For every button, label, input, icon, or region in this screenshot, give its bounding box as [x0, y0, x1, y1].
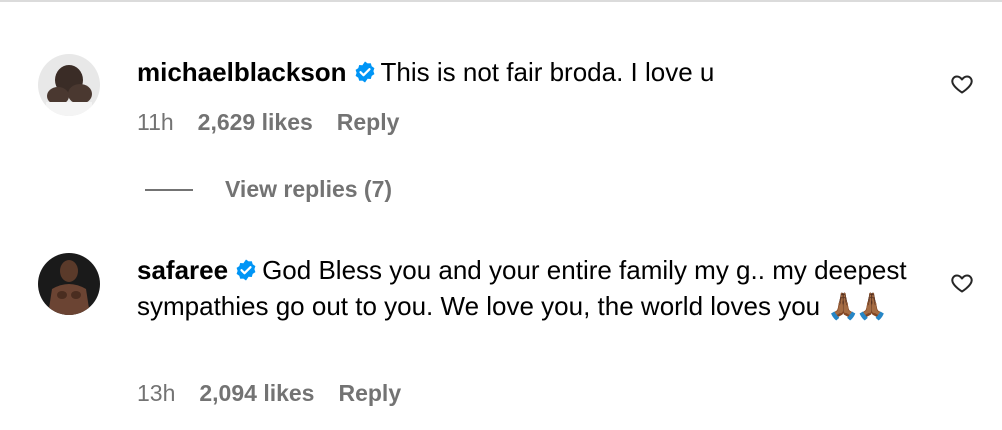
view-replies-button[interactable]: View replies (7) [145, 176, 392, 203]
view-replies-label: View replies (7) [225, 176, 393, 202]
comment-body: safaree God Bless you and your entire fam… [137, 252, 907, 324]
heart-outline-icon[interactable] [950, 72, 974, 96]
comment-text: This is not fair broda. I love u [380, 57, 715, 87]
avatar-image [38, 54, 100, 116]
avatar-image [38, 253, 100, 315]
heart-outline-icon[interactable] [950, 271, 974, 295]
reply-button[interactable]: Reply [338, 380, 401, 407]
top-divider [0, 0, 1002, 2]
likes-count[interactable]: 2,629 likes [198, 109, 313, 136]
avatar[interactable] [38, 253, 100, 315]
praying-hands-emoji: 🙏🏾🙏🏾 [827, 291, 888, 321]
likes-count[interactable]: 2,094 likes [199, 380, 314, 407]
comment-meta: 13h 2,094 likes Reply [137, 380, 425, 407]
timestamp[interactable]: 13h [137, 380, 175, 407]
avatar[interactable] [38, 54, 100, 116]
comment-body: michaelblackson This is not fair broda. I… [137, 54, 907, 90]
username-link[interactable]: michaelblackson [137, 57, 347, 87]
comment-meta: 11h 2,629 likes Reply [137, 109, 423, 136]
timestamp[interactable]: 11h [137, 109, 174, 136]
replies-divider-line [145, 188, 193, 191]
verified-badge-icon [236, 259, 256, 281]
verified-badge-icon [355, 61, 374, 83]
username-link[interactable]: safaree [137, 255, 228, 285]
reply-button[interactable]: Reply [337, 109, 400, 136]
